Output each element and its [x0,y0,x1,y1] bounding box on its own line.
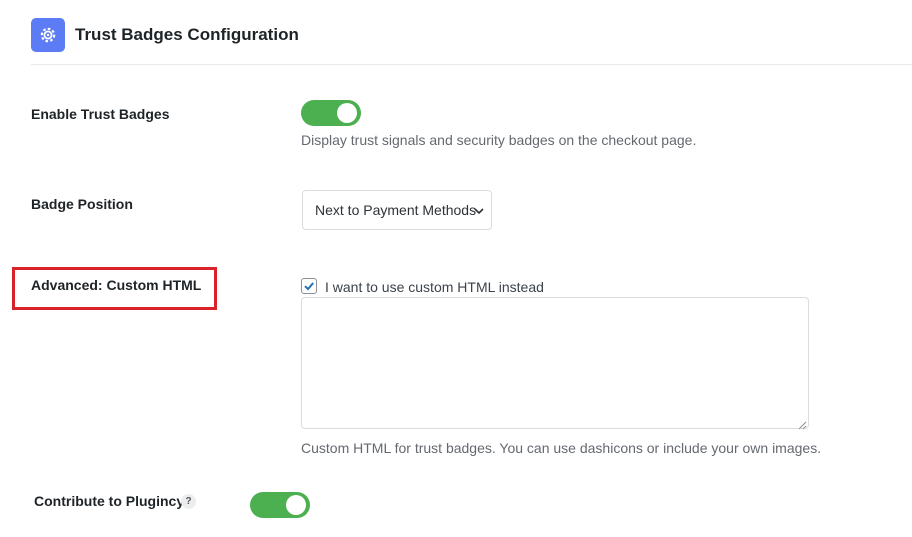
checkmark-icon [304,282,314,291]
enable-trust-badges-toggle[interactable] [301,100,361,126]
badge-position-select[interactable]: Next to Payment Methods [302,190,492,230]
header-divider [31,64,912,65]
toggle-knob [286,495,306,515]
page-title: Trust Badges Configuration [75,25,299,44]
enable-trust-badges-label: Enable Trust Badges [31,106,170,122]
enable-trust-badges-description: Display trust signals and security badge… [301,132,697,148]
custom-html-textarea[interactable] [301,297,809,429]
custom-html-label: Advanced: Custom HTML [31,277,202,293]
custom-html-checkbox[interactable] [301,278,317,294]
badge-position-selected-value: Next to Payment Methods [315,202,477,218]
toggle-knob [337,103,357,123]
contribute-label: Contribute to Plugincy [34,493,185,509]
contribute-toggle[interactable] [250,492,310,518]
custom-html-checkbox-label[interactable]: I want to use custom HTML instead [325,279,544,295]
badge-position-label: Badge Position [31,196,133,212]
help-icon[interactable]: ? [181,494,196,509]
page-header: Trust Badges Configuration [31,18,299,52]
custom-html-description: Custom HTML for trust badges. You can us… [301,440,822,456]
settings-gear-icon [31,18,65,52]
chevron-down-icon [473,204,485,220]
resize-grip-icon[interactable] [797,417,807,435]
